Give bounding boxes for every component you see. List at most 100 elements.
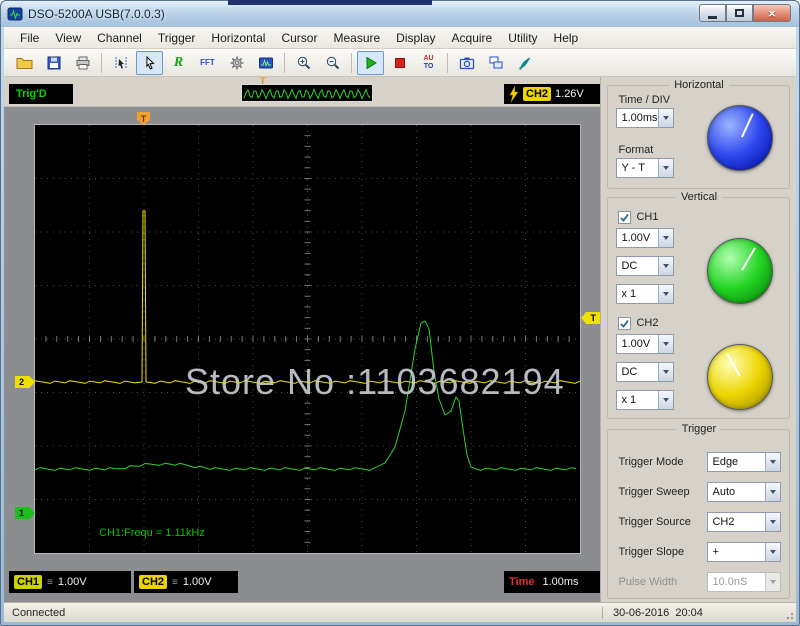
- chevron-down-icon[interactable]: [658, 363, 674, 381]
- ch2-chip: CH2: [139, 575, 168, 589]
- trigger-source-label: Trigger Source: [618, 516, 691, 528]
- ch1-frequency-readout: CH1:Frequ = 1.11kHz: [99, 527, 205, 539]
- chevron-down-icon: [765, 573, 781, 591]
- fft-icon: FFT: [200, 57, 215, 67]
- capture-button[interactable]: [453, 51, 480, 75]
- ch2-coupling-select[interactable]: DC: [616, 362, 675, 382]
- play-icon: [366, 56, 377, 69]
- ch2-position-knob[interactable]: [707, 344, 774, 410]
- status-bar: Connected 30-06-2016 20:04: [4, 602, 796, 622]
- refresh-button[interactable]: R: [165, 51, 192, 75]
- trigger-level-marker[interactable]: T: [581, 312, 600, 324]
- horizontal-knob[interactable]: [707, 105, 774, 171]
- close-icon: ×: [768, 5, 776, 21]
- ch1-volts-per-div: 1.00V: [57, 576, 87, 588]
- pulse-width-select: 10.0nS: [707, 572, 782, 592]
- chevron-down-icon[interactable]: [658, 391, 674, 409]
- menu-item-view[interactable]: View: [47, 28, 89, 48]
- ch1-chip: CH1: [14, 575, 43, 589]
- format-label: Format: [618, 144, 654, 156]
- control-panel: Horizontal Time / DIV 1.00ms Format Y - …: [600, 77, 796, 602]
- menu-item-file[interactable]: File: [12, 28, 47, 48]
- format-select[interactable]: Y - T: [616, 158, 675, 178]
- menu-item-acquire[interactable]: Acquire: [444, 28, 501, 48]
- time-div-select[interactable]: 1.00ms: [616, 108, 675, 128]
- checkbox-check-icon: [618, 316, 632, 330]
- pointer-tool-button[interactable]: [136, 50, 163, 75]
- ch2-position-marker[interactable]: 2: [15, 376, 35, 388]
- chevron-down-icon[interactable]: [658, 335, 674, 353]
- chevron-down-icon[interactable]: [765, 513, 781, 531]
- tile-windows-button[interactable]: [482, 51, 509, 75]
- menu-item-horizontal[interactable]: Horizontal: [203, 28, 273, 48]
- menu-item-channel[interactable]: Channel: [89, 28, 150, 48]
- ch1-volts-select[interactable]: 1.00V: [616, 228, 675, 248]
- chevron-down-icon[interactable]: [765, 543, 781, 561]
- chevron-down-icon[interactable]: [658, 109, 674, 127]
- trigger-slope-select[interactable]: +: [707, 542, 782, 562]
- chevron-down-icon[interactable]: [658, 285, 674, 303]
- trigger-source-select[interactable]: CH2: [707, 512, 782, 532]
- stop-button[interactable]: [386, 51, 413, 75]
- fft-button[interactable]: FFT: [194, 51, 221, 75]
- ch1-position-marker[interactable]: 1: [15, 507, 35, 519]
- menu-item-cursor[interactable]: Cursor: [273, 28, 325, 48]
- ch1-scale-readout: CH1 ≡ 1.00V: [9, 571, 131, 593]
- resize-grip[interactable]: [780, 603, 796, 622]
- waveform-view-button[interactable]: [252, 51, 279, 75]
- waveform-preview[interactable]: [241, 84, 373, 102]
- menu-item-utility[interactable]: Utility: [500, 28, 545, 48]
- menu-item-help[interactable]: Help: [546, 28, 587, 48]
- ch2-enable-checkbox[interactable]: CH2: [618, 316, 659, 330]
- zoom-in-button[interactable]: [290, 51, 317, 75]
- knob-pointer: [726, 353, 742, 377]
- trigger-mode-label: Trigger Mode: [618, 456, 684, 468]
- close-button[interactable]: ×: [753, 4, 791, 22]
- ch1-coupling-select[interactable]: DC: [616, 256, 675, 276]
- zoom-out-icon: [326, 56, 339, 69]
- horizontal-group-title: Horizontal: [669, 79, 729, 91]
- time-label: Time: [509, 576, 535, 588]
- ch2-volts-select[interactable]: 1.00V: [616, 334, 675, 354]
- menu-item-display[interactable]: Display: [388, 28, 443, 48]
- ch1-probe-select[interactable]: x 1: [616, 284, 675, 304]
- open-file-button[interactable]: [11, 51, 38, 75]
- trigger-mode-select[interactable]: Edge: [707, 452, 782, 472]
- trigger-sweep-select[interactable]: Auto: [707, 482, 782, 502]
- trigger-position-marker[interactable]: T: [137, 112, 150, 125]
- cursor-lines-icon: [115, 56, 126, 69]
- save-button[interactable]: [40, 51, 67, 75]
- trigger-status: Trig'D: [9, 84, 73, 104]
- toolbar-separator: [101, 52, 102, 73]
- menu-item-measure[interactable]: Measure: [325, 28, 388, 48]
- annotate-button[interactable]: [511, 51, 538, 75]
- trigger-group: Trigger Trigger Mode Edge Trigger Sweep …: [607, 423, 791, 599]
- ch1-enable-checkbox[interactable]: CH1: [618, 210, 659, 224]
- chevron-down-icon[interactable]: [658, 257, 674, 275]
- chevron-down-icon[interactable]: [658, 229, 674, 247]
- trigger-group-title: Trigger: [676, 423, 722, 435]
- toolbar-separator: [447, 52, 448, 73]
- background-window-sliver: [228, 0, 432, 5]
- folder-icon: [16, 57, 33, 69]
- toolbar-separator: [351, 52, 352, 73]
- cursor-measure-button[interactable]: [107, 51, 134, 75]
- settings-button[interactable]: [223, 51, 250, 75]
- zoom-out-button[interactable]: [319, 51, 346, 75]
- print-button[interactable]: [69, 51, 96, 75]
- minimize-button[interactable]: [699, 4, 726, 22]
- knob-pointer: [741, 113, 755, 138]
- time-div-label: Time / DIV: [618, 94, 671, 106]
- maximize-icon: [735, 9, 744, 17]
- chevron-down-icon[interactable]: [658, 159, 674, 177]
- oscilloscope-display[interactable]: Store No :1103682194 CH1:Frequ = 1.11kHz…: [15, 112, 600, 554]
- run-button[interactable]: [357, 50, 384, 75]
- autoset-button[interactable]: AU TO: [415, 51, 442, 75]
- ch2-scale-readout: CH2 ≡ 1.00V: [134, 571, 238, 593]
- maximize-button[interactable]: [726, 4, 753, 22]
- chevron-down-icon[interactable]: [765, 453, 781, 471]
- chevron-down-icon[interactable]: [765, 483, 781, 501]
- ch1-position-knob[interactable]: [707, 238, 774, 304]
- menu-item-trigger[interactable]: Trigger: [150, 28, 204, 48]
- ch2-probe-select[interactable]: x 1: [616, 390, 675, 410]
